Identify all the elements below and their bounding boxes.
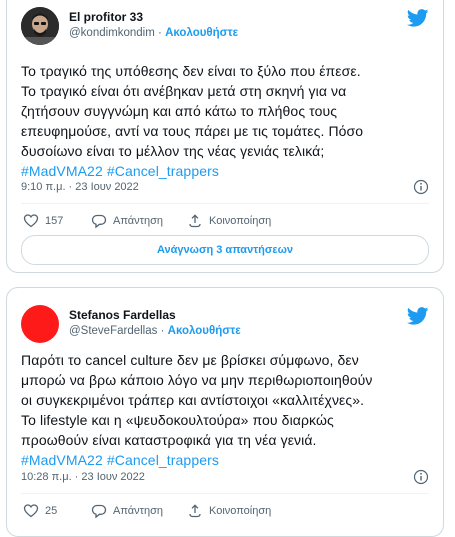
tweet-text: Το τραγικό της υπόθεσης δεν είναι το ξύλ… [21,61,429,181]
hashtag-line: #MadVMA22 #Cancel_trappers [21,450,429,470]
tweet-line: προωθούν είναι καταστροφικά για τη νέα γ… [21,432,317,448]
hashtag-line: #MadVMA22 #Cancel_trappers [21,161,429,181]
share-label: Κοινοποίηση [209,505,272,517]
reply-label: Απάντηση [113,505,163,517]
tweet-line: οι συγκεκριμένοι τράπερ και αντίστοιχοι … [21,392,365,408]
handle-row: @SteveFardellas · Ακολουθήστε [69,325,241,337]
follow-button[interactable]: Ακολουθήστε [168,325,241,337]
tweet-actions: 157 Απάντηση Κοινοποίηση [21,213,429,233]
tweet-line: ζητήσουν συγγνώμη και από κάτω το πλήθος… [21,103,338,119]
share-button[interactable]: Κοινοποίηση [187,213,271,229]
tweet-header: El profitor 33 @kondimkondim · Ακολουθήσ… [21,7,429,51]
divider [21,203,429,204]
author-handle[interactable]: @kondimkondim [69,27,155,39]
avatar[interactable] [21,7,59,45]
separator: · [160,325,165,337]
avatar-image [21,7,59,45]
tweet-line: Το τραγικό της υπόθεσης δεν είναι το ξύλ… [21,63,361,79]
read-replies-button[interactable]: Ανάγνωση 3 απαντήσεων [21,235,429,265]
tweet-line: Το τραγικό είναι ότι ανέβηκαν μετά στη σ… [21,83,347,99]
like-count: 157 [45,215,64,227]
author-name[interactable]: Stefanos Fardellas [69,308,176,322]
info-icon[interactable] [413,469,429,485]
twitter-bird-icon[interactable] [407,307,429,325]
heart-icon [23,214,39,228]
reply-icon [91,214,107,229]
info-icon[interactable] [413,179,429,195]
follow-button[interactable]: Ακολουθήστε [165,27,238,39]
handle-row: @kondimkondim · Ακολουθήστε [69,27,238,39]
reply-button[interactable]: Απάντηση [91,213,163,229]
tweet-text: Παρότι το cancel culture δεν με βρίσκει … [21,350,429,470]
author-name[interactable]: El profitor 33 [69,10,143,24]
divider [21,493,429,494]
reply-label: Απάντηση [113,215,163,227]
tweet-line: δυσοίωνο είναι το μέλλον της νέας γενιάς… [21,143,325,159]
hashtag-link[interactable]: #Cancel_trappers [107,452,219,468]
hashtag-link[interactable]: #Cancel_trappers [107,163,219,179]
timestamp-row: 9:10 π.μ. · 23 Ιουν 2022 [21,179,429,199]
hashtag-link[interactable]: #MadVMA22 [21,452,103,468]
timestamp[interactable]: 10:28 π.μ. · 23 Ιουν 2022 [21,471,145,483]
tweet-line: μπορώ να βρω κάποιο λόγο να μην περιθωρι… [21,372,373,388]
separator: · [158,27,162,39]
like-button[interactable]: 157 [23,213,63,229]
tweet-line: επευφημούσε, αντί να τους πάρει με τις τ… [21,123,364,139]
author-handle[interactable]: @SteveFardellas [69,325,157,337]
tweet-actions: 25 Απάντηση Κοινοποίηση [21,503,429,523]
tweet-card[interactable]: El profitor 33 @kondimkondim · Ακολουθήσ… [6,0,444,273]
tweet-line: Το lifestyle και η «ψευδοκουλτούρα» που … [21,412,334,428]
timestamp-row: 10:28 π.μ. · 23 Ιουν 2022 [21,469,429,489]
share-icon [189,214,201,228]
timestamp[interactable]: 9:10 π.μ. · 23 Ιουν 2022 [21,181,139,193]
tweet-card[interactable]: Stefanos Fardellas @SteveFardellas · Ακο… [6,287,444,537]
like-count: 25 [45,505,58,517]
hashtag-link[interactable]: #MadVMA22 [21,163,103,179]
twitter-bird-icon[interactable] [407,9,429,27]
tweet-line: Παρότι το cancel culture δεν με βρίσκει … [21,352,359,368]
tweet-header: Stefanos Fardellas @SteveFardellas · Ακο… [21,305,429,349]
share-label: Κοινοποίηση [209,215,272,227]
avatar[interactable] [21,305,59,343]
